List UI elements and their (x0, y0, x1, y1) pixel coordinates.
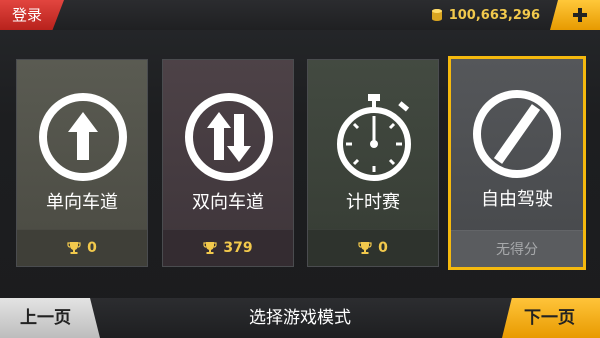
mode-score: 379 (163, 229, 293, 266)
no-limit-icon (473, 90, 561, 178)
score-value: 无得分 (496, 242, 538, 258)
mode-card-two-way[interactable]: 双向车道 379 (162, 59, 294, 267)
mode-score: 0 (17, 229, 147, 266)
mode-label: 双向车道 (192, 192, 264, 213)
page-title: 选择游戏模式 (249, 308, 351, 328)
coin-amount: 100,663,296 (448, 7, 540, 23)
score-value: 379 (223, 240, 253, 256)
coin-stack-icon (431, 9, 442, 21)
mode-score: 0 (308, 229, 438, 266)
add-coins-button[interactable] (550, 0, 600, 30)
score-value: 0 (378, 240, 388, 256)
mode-label: 单向车道 (46, 192, 118, 213)
trophy-icon (203, 242, 217, 254)
next-page-button[interactable]: 下一页 (502, 298, 600, 338)
plus-icon (573, 8, 587, 22)
coin-balance: 100,663,296 (430, 5, 540, 25)
mode-card-free-drive[interactable]: 自由驾驶 无得分 (448, 56, 586, 270)
trophy-icon (67, 242, 81, 254)
prev-page-button[interactable]: 上一页 (0, 298, 100, 338)
score-value: 0 (87, 240, 97, 256)
mode-label: 计时赛 (346, 192, 400, 213)
mode-card-one-way[interactable]: 单向车道 0 (16, 59, 148, 267)
two-way-arrows-icon (185, 93, 273, 181)
stopwatch-icon (337, 94, 411, 181)
mode-card-time-trial[interactable]: 计时赛 0 (307, 59, 439, 267)
trophy-icon (358, 242, 372, 254)
mode-label: 自由驾驶 (481, 189, 553, 210)
mode-score: 无得分 (451, 230, 583, 267)
one-way-arrow-icon (39, 93, 127, 181)
